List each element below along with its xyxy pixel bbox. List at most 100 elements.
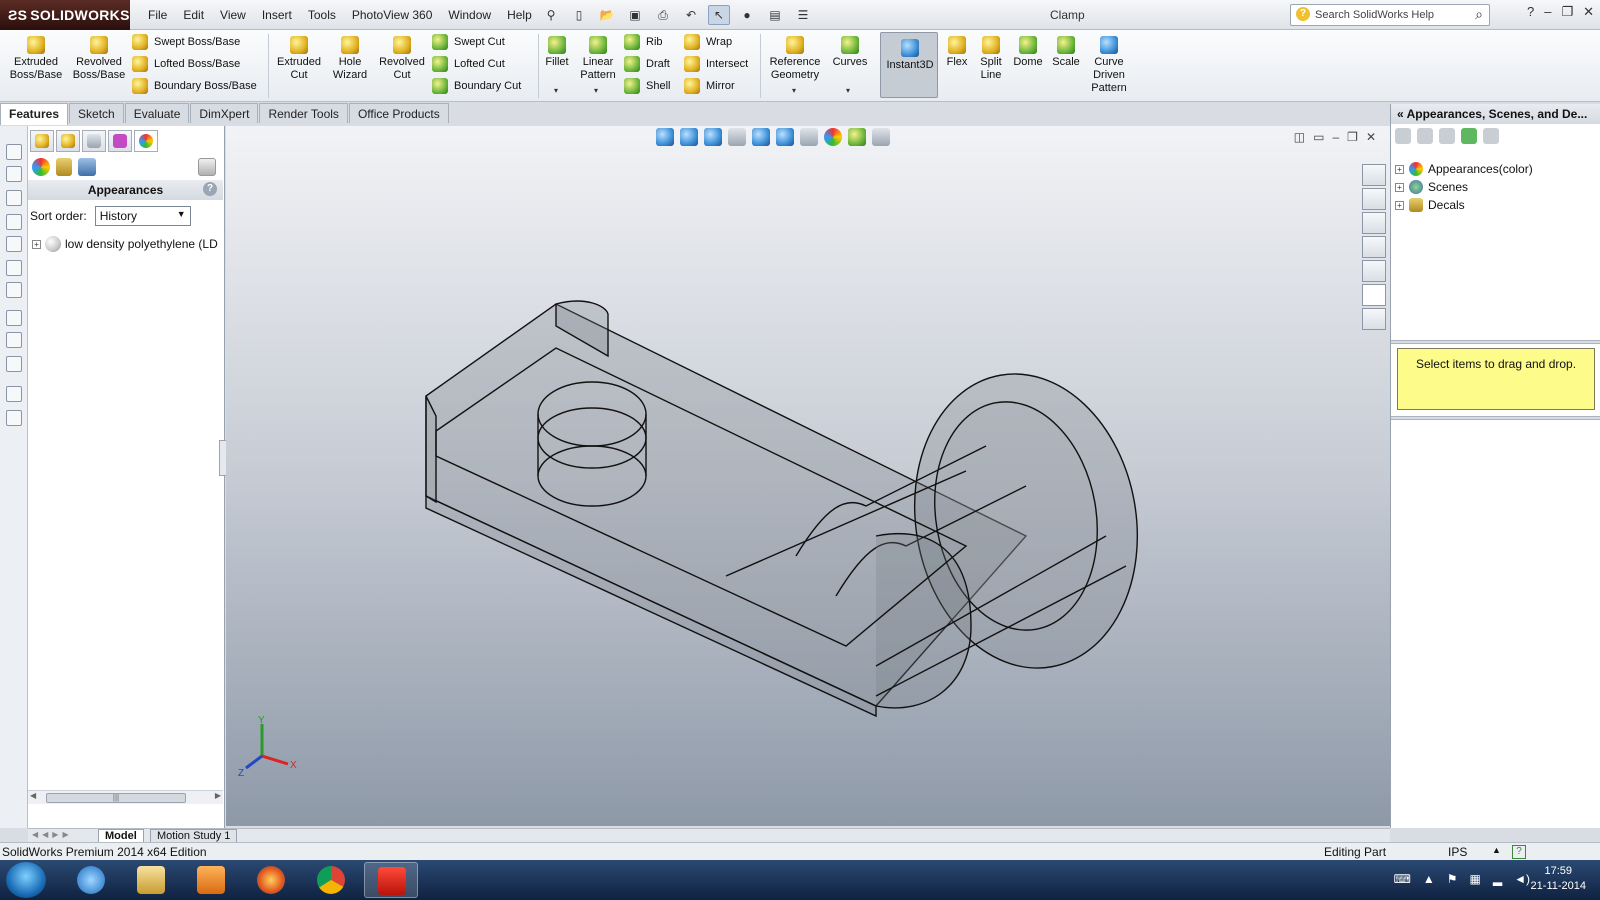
save-icon[interactable]: ▣ (624, 5, 646, 25)
design-library-icon[interactable] (1362, 212, 1386, 234)
open-icon[interactable]: 📂 (596, 5, 618, 25)
appearances-filter-icon[interactable] (32, 158, 50, 176)
menu-insert[interactable]: Insert (254, 8, 300, 22)
display-options-icon[interactable] (198, 158, 216, 176)
tab-evaluate[interactable]: Evaluate (124, 103, 190, 123)
pane-splitter[interactable] (1391, 340, 1600, 344)
taskbar-chrome[interactable] (304, 862, 358, 898)
taskbar-solidworks[interactable] (364, 862, 418, 898)
displaymanager-tab[interactable] (134, 130, 158, 152)
menu-photoview[interactable]: PhotoView 360 (344, 8, 441, 22)
isometric-view-icon[interactable] (6, 282, 22, 298)
show-hidden-icon[interactable]: ▲ (1423, 872, 1435, 886)
lofted-boss-button[interactable]: Lofted Boss/Base (132, 54, 240, 74)
menu-edit[interactable]: Edit (175, 8, 212, 22)
tab-model[interactable]: Model (98, 829, 144, 843)
tab-dimxpert[interactable]: DimXpert (190, 103, 259, 123)
undo-icon[interactable]: ↶ (680, 5, 702, 25)
custom-properties-icon[interactable] (1362, 308, 1386, 330)
intersect-button[interactable]: Intersect (684, 54, 748, 74)
material-icon[interactable] (6, 410, 22, 426)
menu-help[interactable]: Help (499, 8, 540, 22)
expand-icon[interactable]: + (32, 239, 41, 249)
minimize-icon[interactable]: – (1544, 4, 1551, 20)
unit-arrow-icon[interactable]: ▲ (1492, 845, 1501, 855)
layer-icon[interactable] (6, 386, 22, 402)
dimxpertmanager-tab[interactable] (108, 130, 132, 152)
appearance-tree-item[interactable]: + low density polyethylene (LD (32, 236, 220, 252)
help-search-input[interactable]: ? Search SolidWorks Help ⌕ (1290, 4, 1490, 26)
menu-file[interactable]: File (140, 8, 175, 22)
rebuild-icon[interactable]: ● (736, 5, 758, 25)
drag-drop-area[interactable]: Select items to drag and drop. (1397, 348, 1595, 410)
smart-dimension-icon[interactable] (6, 332, 22, 348)
scene-filter-icon[interactable] (78, 158, 96, 176)
tab-render-tools[interactable]: Render Tools (259, 103, 348, 123)
back-icon[interactable] (1395, 128, 1411, 144)
collapse-icon[interactable]: « (1397, 107, 1404, 121)
boundary-cut-button[interactable]: Boundary Cut (432, 76, 521, 96)
file-properties-icon[interactable]: ▤ (764, 5, 786, 25)
propertymanager-tab[interactable] (56, 130, 80, 152)
home-icon[interactable] (1362, 188, 1386, 210)
menu-view[interactable]: View (212, 8, 254, 22)
help-icon[interactable]: ? (1527, 4, 1534, 20)
flex-button[interactable]: Flex (942, 34, 972, 69)
curves-dropdown-icon[interactable]: ▾ (846, 86, 850, 95)
back-view-icon[interactable] (6, 166, 22, 182)
start-button[interactable] (6, 862, 46, 898)
scale-button[interactable]: Scale (1048, 34, 1084, 69)
clamp-model[interactable] (226, 126, 1390, 826)
forward-icon[interactable] (1417, 128, 1433, 144)
curves-button[interactable]: Curves (830, 34, 870, 69)
instant3d-button[interactable]: Instant3D (880, 32, 938, 98)
reference-dropdown-icon[interactable]: ▾ (792, 86, 796, 95)
split-line-button[interactable]: Split Line (974, 34, 1008, 82)
select-pointer-icon[interactable]: ↖ (708, 5, 730, 25)
graphics-area[interactable]: ◫ ▭ – ❐ ✕ Y X Z (226, 126, 1390, 826)
hole-wizard-button[interactable]: Hole Wizard (326, 34, 374, 82)
left-view-icon[interactable] (6, 190, 22, 206)
up-icon[interactable] (1483, 128, 1499, 144)
expand-icon[interactable]: + (1395, 164, 1404, 174)
new-document-icon[interactable]: ▯ (568, 5, 590, 25)
revolved-boss-button[interactable]: Revolved Boss/Base (70, 34, 128, 82)
shell-button[interactable]: Shell (624, 76, 670, 96)
curve-driven-pattern-button[interactable]: Curve Driven Pattern (1086, 34, 1132, 95)
file-explorer-icon[interactable] (1362, 236, 1386, 258)
front-view-icon[interactable] (6, 144, 22, 160)
configurationmanager-tab[interactable] (82, 130, 106, 152)
network-icon[interactable]: ▦ (1470, 872, 1481, 886)
pin-icon[interactable]: ⚲ (540, 5, 562, 25)
mirror-button[interactable]: Mirror (684, 76, 735, 96)
scroll-left-icon[interactable]: ◀ (30, 791, 36, 800)
solidworks-logo[interactable]: ƧS SOLIDWORKS (0, 0, 130, 30)
print-icon[interactable]: ⎙ (652, 5, 674, 25)
rib-button[interactable]: Rib (624, 32, 663, 52)
tab-sketch[interactable]: Sketch (69, 103, 124, 123)
right-view-icon[interactable] (6, 214, 22, 230)
taskbar-firefox[interactable] (244, 862, 298, 898)
relations-icon[interactable] (6, 356, 22, 372)
help-icon[interactable]: ? (203, 182, 217, 196)
tree-item-decals[interactable]: + Decals (1395, 196, 1533, 214)
taskbar-media-player[interactable] (184, 862, 238, 898)
menu-tools[interactable]: Tools (300, 8, 344, 22)
reference-geometry-button[interactable]: Reference Geometry (764, 34, 826, 82)
tab-features[interactable]: Features (0, 103, 69, 125)
sketch-icon[interactable] (6, 310, 22, 326)
linear-pattern-button[interactable]: Linear Pattern (578, 34, 618, 82)
solidworks-resources-icon[interactable] (1362, 164, 1386, 186)
scroll-right-icon[interactable]: ▶ (215, 791, 221, 800)
appearances-scenes-icon[interactable] (1362, 284, 1386, 306)
pattern-dropdown-icon[interactable]: ▾ (594, 86, 598, 95)
menu-window[interactable]: Window (440, 8, 499, 22)
expand-icon[interactable]: + (1395, 200, 1404, 210)
view-palette-icon[interactable] (1362, 260, 1386, 282)
system-clock[interactable]: 17:59 21-11-2014 (1531, 864, 1586, 894)
extruded-boss-button[interactable]: Extruded Boss/Base (6, 34, 66, 82)
refresh-icon[interactable] (1461, 128, 1477, 144)
scrollbar-thumb[interactable]: ||| (46, 793, 186, 803)
keyboard-icon[interactable]: ⌨ (1394, 872, 1411, 886)
extruded-cut-button[interactable]: Extruded Cut (274, 34, 324, 82)
